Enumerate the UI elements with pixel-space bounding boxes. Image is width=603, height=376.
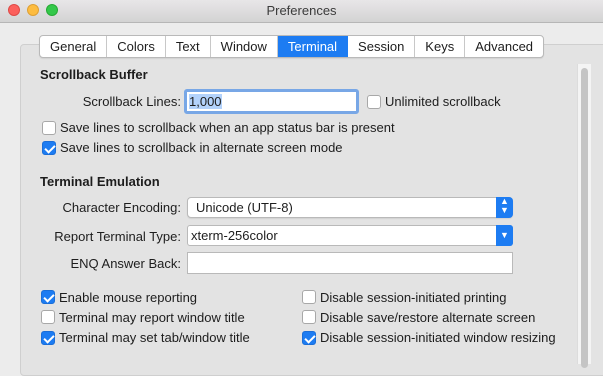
enq-answer-field[interactable] [187,252,513,274]
scrollback-lines-value: 1,000 [189,94,222,109]
scroll-thumb[interactable] [581,68,588,368]
terminal-type-label: Report Terminal Type: [54,229,181,244]
tab-advanced[interactable]: Advanced [465,36,543,57]
tab-general[interactable]: General [40,36,108,57]
mouse-reporting-label: Enable mouse reporting [59,290,198,305]
terminal-type-combo[interactable]: xterm-256color ▼ [187,225,513,246]
enq-answer-label: ENQ Answer Back: [70,256,181,271]
disable-save-restore-label: Disable save/restore alternate screen [320,310,536,325]
save-alternate-label: Save lines to scrollback in alternate sc… [60,140,343,155]
unlimited-scrollback-label: Unlimited scrollback [385,94,501,109]
set-title-checkbox[interactable] [41,331,55,345]
unlimited-scrollback-checkbox[interactable] [367,95,381,109]
tab-terminal[interactable]: Terminal [277,36,349,57]
report-title-label: Terminal may report window title [59,310,245,325]
disable-printing-label: Disable session-initiated printing [320,290,507,305]
title-bar: Preferences [0,0,603,23]
tab-text[interactable]: Text [166,36,211,57]
chevron-down-icon[interactable]: ▼ [496,225,513,246]
emulation-heading: Terminal Emulation [40,174,160,189]
save-alternate-checkbox[interactable] [42,141,56,155]
save-status-bar-checkbox[interactable] [42,121,56,135]
tab-window[interactable]: Window [211,36,278,57]
encoding-label: Character Encoding: [62,200,181,215]
chevron-updown-icon: ▲ ▼ [496,197,513,218]
disable-resizing-checkbox[interactable] [302,331,316,345]
scrollback-lines-label: Scrollback Lines: [82,94,181,109]
disable-save-restore-checkbox[interactable] [302,310,316,324]
mouse-reporting-checkbox[interactable] [41,290,55,304]
tab-keys[interactable]: Keys [415,36,466,57]
disable-printing-checkbox[interactable] [302,290,316,304]
window-title: Preferences [266,3,337,18]
encoding-value: Unicode (UTF-8) [196,200,293,215]
disable-resizing-label: Disable session-initiated window resizin… [320,330,556,345]
tab-session[interactable]: Session [348,36,416,57]
scrollback-heading: Scrollback Buffer [40,67,148,82]
encoding-popup[interactable]: Unicode (UTF-8) ▲ ▼ [187,197,513,218]
scrollback-lines-field[interactable]: 1,000 [184,89,359,114]
terminal-type-value: xterm-256color [191,228,278,243]
set-title-label: Terminal may set tab/window title [59,330,250,345]
tab-colors[interactable]: Colors [107,36,166,57]
vertical-scrollbar[interactable] [577,64,591,368]
save-status-bar-label: Save lines to scrollback when an app sta… [60,120,395,135]
tab-bar: General Colors Text Window Terminal Sess… [39,35,545,58]
report-title-checkbox[interactable] [41,310,55,324]
